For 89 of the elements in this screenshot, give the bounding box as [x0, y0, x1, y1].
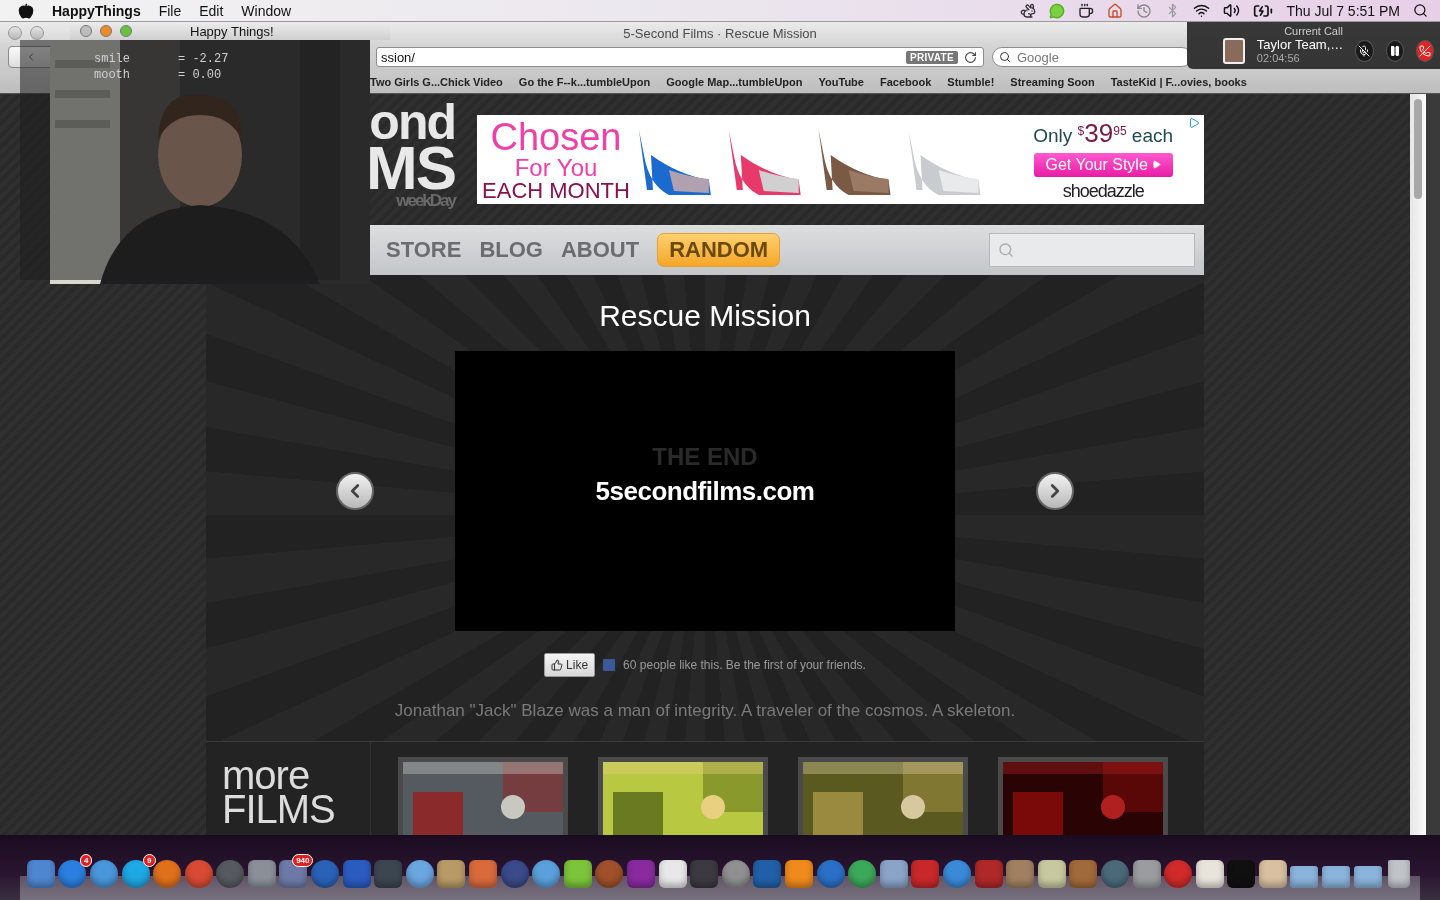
app-icon[interactable] — [879, 860, 908, 888]
folder-icon[interactable] — [1353, 866, 1382, 888]
bookmark-link[interactable]: Google Map...tumbleUpon — [666, 75, 803, 88]
mute-button[interactable] — [1355, 39, 1374, 62]
app-icon[interactable] — [405, 860, 434, 888]
brand-text: shoedazzle — [1062, 180, 1144, 202]
app-menu[interactable]: HappyThings — [52, 2, 141, 19]
trash-icon[interactable] — [1388, 860, 1411, 888]
readout-value: = 0.00 — [178, 68, 222, 82]
badge: 9 — [143, 854, 156, 867]
badge: 4 — [79, 854, 93, 867]
search-icon[interactable] — [999, 51, 1011, 63]
bookmark-link[interactable]: TasteKid | F...ovies, books — [1110, 75, 1247, 88]
private-badge: PRIVATE — [906, 50, 958, 64]
app-icon[interactable] — [848, 860, 877, 888]
menu-item[interactable]: Edit — [199, 2, 224, 19]
apple-icon[interactable] — [18, 2, 34, 19]
panel-title: Current Call — [1283, 24, 1344, 37]
section-heading: more — [222, 758, 310, 792]
address-field[interactable]: ssion/ PRIVATE — [376, 47, 984, 67]
app-icon[interactable] — [563, 860, 592, 888]
play-icon — [1151, 160, 1161, 169]
logo-text: MS — [366, 143, 455, 194]
reload-icon[interactable] — [964, 50, 977, 64]
bookmark-link[interactable]: Stumble! — [947, 75, 995, 88]
next-button[interactable] — [1036, 472, 1074, 510]
ad-headline: Chosen — [490, 117, 622, 156]
random-button[interactable]: RANDOM — [657, 233, 781, 267]
like-button[interactable]: Like — [544, 653, 596, 677]
previous-button[interactable] — [336, 472, 374, 510]
app-icon[interactable] — [1195, 860, 1224, 888]
app-icon[interactable] — [658, 860, 687, 888]
app-icon[interactable] — [121, 860, 150, 888]
minimize-button[interactable] — [100, 25, 112, 37]
house-icon[interactable] — [1107, 2, 1124, 19]
folder-icon[interactable] — [1322, 866, 1351, 888]
volume-icon[interactable] — [1223, 2, 1241, 19]
menu-item[interactable]: File — [158, 2, 182, 19]
like-count-text: 60 people like this. Be the first of your friends. — [623, 658, 866, 672]
film-description: Jonathan "Jack" Blaze was a man of integrity. A traveler of the cosmos. A skeleton. — [394, 701, 1016, 721]
badge: 940 — [292, 854, 314, 867]
logo-text: ond — [369, 102, 456, 143]
close-button[interactable] — [80, 25, 92, 37]
app-icon[interactable] — [437, 860, 466, 888]
menu-clock[interactable]: Thu Jul 7 5:51 PM — [1286, 2, 1400, 19]
readout-value: = -2.27 — [178, 52, 229, 66]
phone-off-icon — [1418, 44, 1431, 57]
app-icon[interactable] — [1258, 860, 1287, 888]
window-title: 5-Second Films · Rescue Mission — [623, 25, 817, 41]
app-icon[interactable] — [58, 860, 87, 888]
rabbit-icon[interactable] — [1020, 2, 1037, 19]
readout-label: mooth — [93, 68, 130, 82]
pause-button[interactable] — [1385, 39, 1404, 62]
pause-icon — [1388, 44, 1401, 57]
bookmark-link[interactable]: YouTube — [818, 75, 864, 88]
scrollbar[interactable] — [1410, 94, 1426, 835]
price-text: Only $^{$}$39$^{95}$ each — [1033, 117, 1174, 149]
thumbs-up-icon — [551, 659, 564, 671]
call-duration: 02:04:56 — [1256, 52, 1301, 64]
app-icon[interactable] — [1132, 860, 1161, 888]
app-icon[interactable] — [279, 860, 308, 888]
ad-headline: For You — [514, 155, 598, 180]
ad-headline: EACH MONTH — [482, 179, 630, 202]
search-icon[interactable] — [1413, 3, 1428, 18]
readout-label: smile — [93, 52, 130, 66]
bookmark-link[interactable]: Two Girls G...Chick Video — [370, 75, 503, 88]
menu-item[interactable]: Window — [241, 2, 292, 19]
ad-choices-icon[interactable] — [1188, 117, 1200, 129]
wifi-icon[interactable] — [1193, 2, 1211, 19]
search-icon — [998, 242, 1014, 258]
clock-icon[interactable] — [1136, 2, 1153, 19]
app-icon[interactable] — [1037, 860, 1066, 888]
bookmark-link[interactable]: Facebook — [879, 75, 932, 88]
video-watermark-text: 5secondfilms.com — [595, 475, 815, 507]
caller-name: Taylor Team,… — [1256, 37, 1344, 52]
hang-up-button[interactable] — [1415, 39, 1434, 62]
film-title: Rescue Mission — [599, 299, 811, 333]
zoom-button[interactable] — [120, 25, 132, 37]
window-title: Happy Things! — [190, 23, 274, 39]
avatar-icon — [1223, 37, 1245, 64]
bookmark-link[interactable]: Streaming Soon — [1010, 75, 1095, 88]
coffee-icon[interactable] — [1078, 2, 1095, 19]
facebook-icon — [603, 659, 616, 671]
section-heading: FILMS — [222, 792, 336, 826]
app-icon[interactable] — [532, 860, 561, 888]
mic-off-icon — [1358, 44, 1371, 57]
bookmark-link[interactable]: Go the F--k...tumbleUpon — [518, 75, 651, 88]
logo-text: weekDay — [396, 193, 457, 208]
site-search-field[interactable] — [989, 233, 1195, 267]
